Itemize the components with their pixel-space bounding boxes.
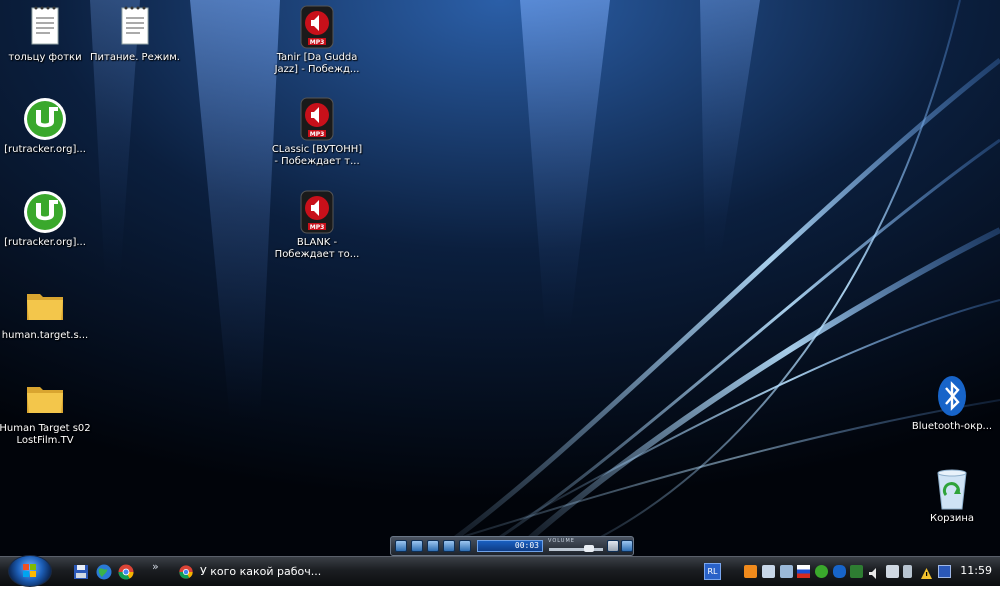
- tray-usb-icon[interactable]: [903, 565, 912, 578]
- tray-window-icon[interactable]: [938, 565, 951, 578]
- icon-label: Питание. Режим.: [90, 52, 180, 63]
- next-track-button[interactable]: [459, 540, 471, 552]
- tray-security-icon[interactable]: [850, 565, 863, 578]
- media-player-toolbar: 00:03 VOLUME: [390, 536, 634, 556]
- desktop-icon-folder-lostfilm[interactable]: Human Target s02 LostFilm.TV: [0, 375, 93, 447]
- icon-label: Bluetooth-окр...: [911, 421, 993, 432]
- playback-time: 00:03: [477, 540, 543, 552]
- chrome-icon: [179, 564, 193, 579]
- player-menu-button[interactable]: [621, 540, 633, 552]
- text-file-icon: [22, 4, 68, 50]
- svg-text:MP3: MP3: [310, 39, 325, 46]
- quicklaunch-overflow-icon[interactable]: »: [152, 560, 159, 573]
- svg-text:MP3: MP3: [310, 131, 325, 138]
- icon-label: CLassic [ВУТОНН] - Побеждает т...: [271, 144, 363, 167]
- previous-track-button[interactable]: [443, 540, 455, 552]
- tray-warning-icon[interactable]: [920, 565, 933, 579]
- tray-bluetooth-icon[interactable]: [833, 565, 846, 578]
- icon-label: тольцу фотки: [8, 52, 82, 63]
- utorrent-icon: [22, 189, 68, 235]
- stop-button[interactable]: [427, 540, 439, 552]
- play-button[interactable]: [395, 540, 407, 552]
- desktop-icon-torrent-2[interactable]: [rutracker.org]...: [0, 189, 93, 249]
- desktop-icon-torrent-1[interactable]: [rutracker.org]...: [0, 96, 93, 156]
- start-button[interactable]: [8, 555, 52, 587]
- mp3-file-icon: MP3: [294, 96, 340, 142]
- eject-button[interactable]: [607, 540, 619, 552]
- folder-icon: [22, 282, 68, 328]
- tray-devices-icon[interactable]: [780, 565, 793, 578]
- clock[interactable]: 11:59: [960, 564, 992, 577]
- volume-icon[interactable]: [868, 565, 881, 579]
- tray-network-icon[interactable]: [762, 565, 775, 578]
- mp3-file-icon: MP3: [294, 4, 340, 50]
- desktop-icon-photos-note[interactable]: тольцу фотки: [0, 4, 93, 64]
- wallpaper: [0, 0, 1000, 556]
- desktop-icon-bluetooth[interactable]: Bluetooth-окр...: [904, 373, 1000, 433]
- taskbar-window-title: У кого какой рабоч...: [200, 565, 322, 578]
- svg-text:MP3: MP3: [310, 224, 325, 231]
- language-indicator[interactable]: RL: [704, 563, 721, 580]
- taskbar-window-button[interactable]: У кого какой рабоч...: [172, 560, 332, 583]
- icon-label: [rutracker.org]...: [4, 144, 86, 155]
- icon-label: Корзина: [929, 513, 975, 524]
- volume-label: VOLUME: [548, 538, 575, 544]
- desktop: тольцу фотки Питание. Режим. MP3 Tanir […: [0, 0, 1000, 556]
- quicklaunch-globe-icon[interactable]: [95, 563, 113, 581]
- volume-slider-handle[interactable]: [584, 545, 595, 552]
- icon-label: BLANK - Побеждает то...: [274, 237, 360, 260]
- quicklaunch-save-icon[interactable]: [72, 563, 90, 581]
- desktop-icon-mp3-blank[interactable]: MP3 BLANK - Побеждает то...: [269, 189, 365, 261]
- icon-label: Human Target s02 LostFilm.TV: [0, 423, 91, 446]
- desktop-icon-nutrition-note[interactable]: Питание. Режим.: [87, 4, 183, 64]
- bluetooth-icon: [929, 373, 975, 419]
- pause-button[interactable]: [411, 540, 423, 552]
- russian-flag-icon[interactable]: [797, 565, 810, 578]
- desktop-icon-folder-human-target[interactable]: human.target.s...: [0, 282, 93, 342]
- icon-label: human.target.s...: [1, 330, 89, 341]
- icon-label: Tanir [Da Gudda Jazz] - Побежд...: [274, 52, 360, 75]
- folder-icon: [22, 375, 68, 421]
- taskbar: » У кого какой рабоч... RL 11:59: [0, 555, 1000, 587]
- mp3-file-icon: MP3: [294, 189, 340, 235]
- quicklaunch-chrome-icon[interactable]: [117, 563, 135, 581]
- tray-display-icon[interactable]: [886, 565, 899, 578]
- tray-utorrent-icon[interactable]: [815, 565, 828, 578]
- text-file-icon: [112, 4, 158, 50]
- icon-label: [rutracker.org]...: [4, 237, 86, 248]
- tray-player-icon[interactable]: [744, 565, 757, 578]
- desktop-icon-mp3-classic[interactable]: MP3 CLassic [ВУТОНН] - Побеждает т...: [269, 96, 365, 168]
- desktop-icon-recycle-bin[interactable]: Корзина: [904, 465, 1000, 525]
- utorrent-icon: [22, 96, 68, 142]
- windows-logo-icon: [23, 564, 36, 577]
- desktop-icon-mp3-tanir[interactable]: MP3 Tanir [Da Gudda Jazz] - Побежд...: [269, 4, 365, 76]
- recycle-bin-icon: [929, 465, 975, 511]
- volume-slider-track[interactable]: [549, 548, 603, 551]
